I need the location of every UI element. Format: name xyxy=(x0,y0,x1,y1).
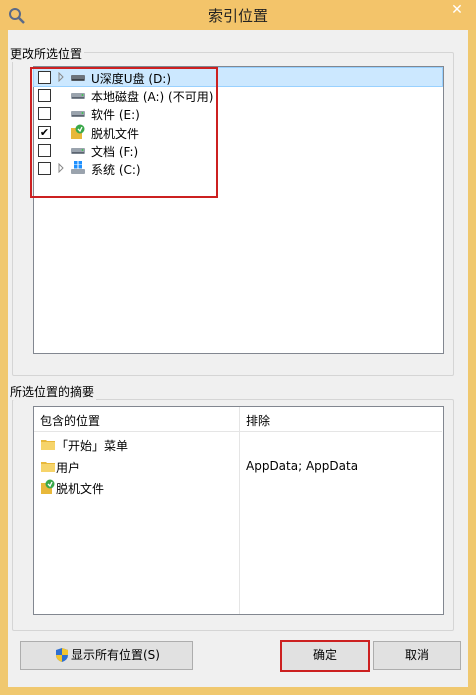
change-locations-label: 更改所选位置 xyxy=(8,45,85,62)
dialog-body: 更改所选位置 U深度U盘 (D:) 本地磁盘 (A:) (不可用) 软件 (E:) ✔… xyxy=(8,30,468,687)
show-all-locations-button[interactable]: 显示所有位置(S) xyxy=(20,641,193,670)
summary-row[interactable]: 用户 AppData; AppData xyxy=(34,456,442,477)
excluded-location: AppData; AppData xyxy=(246,458,359,473)
close-icon: ✕ xyxy=(451,2,463,18)
included-location: 脱机文件 xyxy=(56,482,105,496)
included-location: 「开始」菜单 xyxy=(56,439,129,453)
folder-icon xyxy=(40,436,56,455)
shield-icon xyxy=(56,648,68,662)
summary-header: 包含的位置 排除 xyxy=(34,407,442,432)
folder-icon xyxy=(40,458,56,477)
summary-label: 所选位置的摘要 xyxy=(8,383,97,400)
summary-row[interactable]: 脱机文件 xyxy=(34,477,442,498)
title-bar[interactable]: 索引位置 ✕ xyxy=(0,0,476,30)
close-button[interactable]: ✕ xyxy=(444,0,470,20)
summary-row[interactable]: 「开始」菜单 xyxy=(34,434,442,455)
summary-list[interactable]: 包含的位置 排除 「开始」菜单 用户 AppData; AppData 脱机文件 xyxy=(33,406,444,615)
cancel-button[interactable]: 取消 xyxy=(373,641,461,670)
show-all-label: 显示所有位置(S) xyxy=(71,648,160,662)
cancel-label: 取消 xyxy=(404,648,429,662)
included-location: 用户 xyxy=(56,460,81,475)
ok-button[interactable]: 确定 xyxy=(280,640,370,672)
column-header-included[interactable]: 包含的位置 xyxy=(40,412,100,429)
offline-files-icon xyxy=(40,479,56,498)
window-title: 索引位置 xyxy=(207,7,268,25)
ok-label: 确定 xyxy=(312,648,337,662)
annotation-highlight xyxy=(30,67,218,198)
column-header-excluded[interactable]: 排除 xyxy=(246,412,270,429)
